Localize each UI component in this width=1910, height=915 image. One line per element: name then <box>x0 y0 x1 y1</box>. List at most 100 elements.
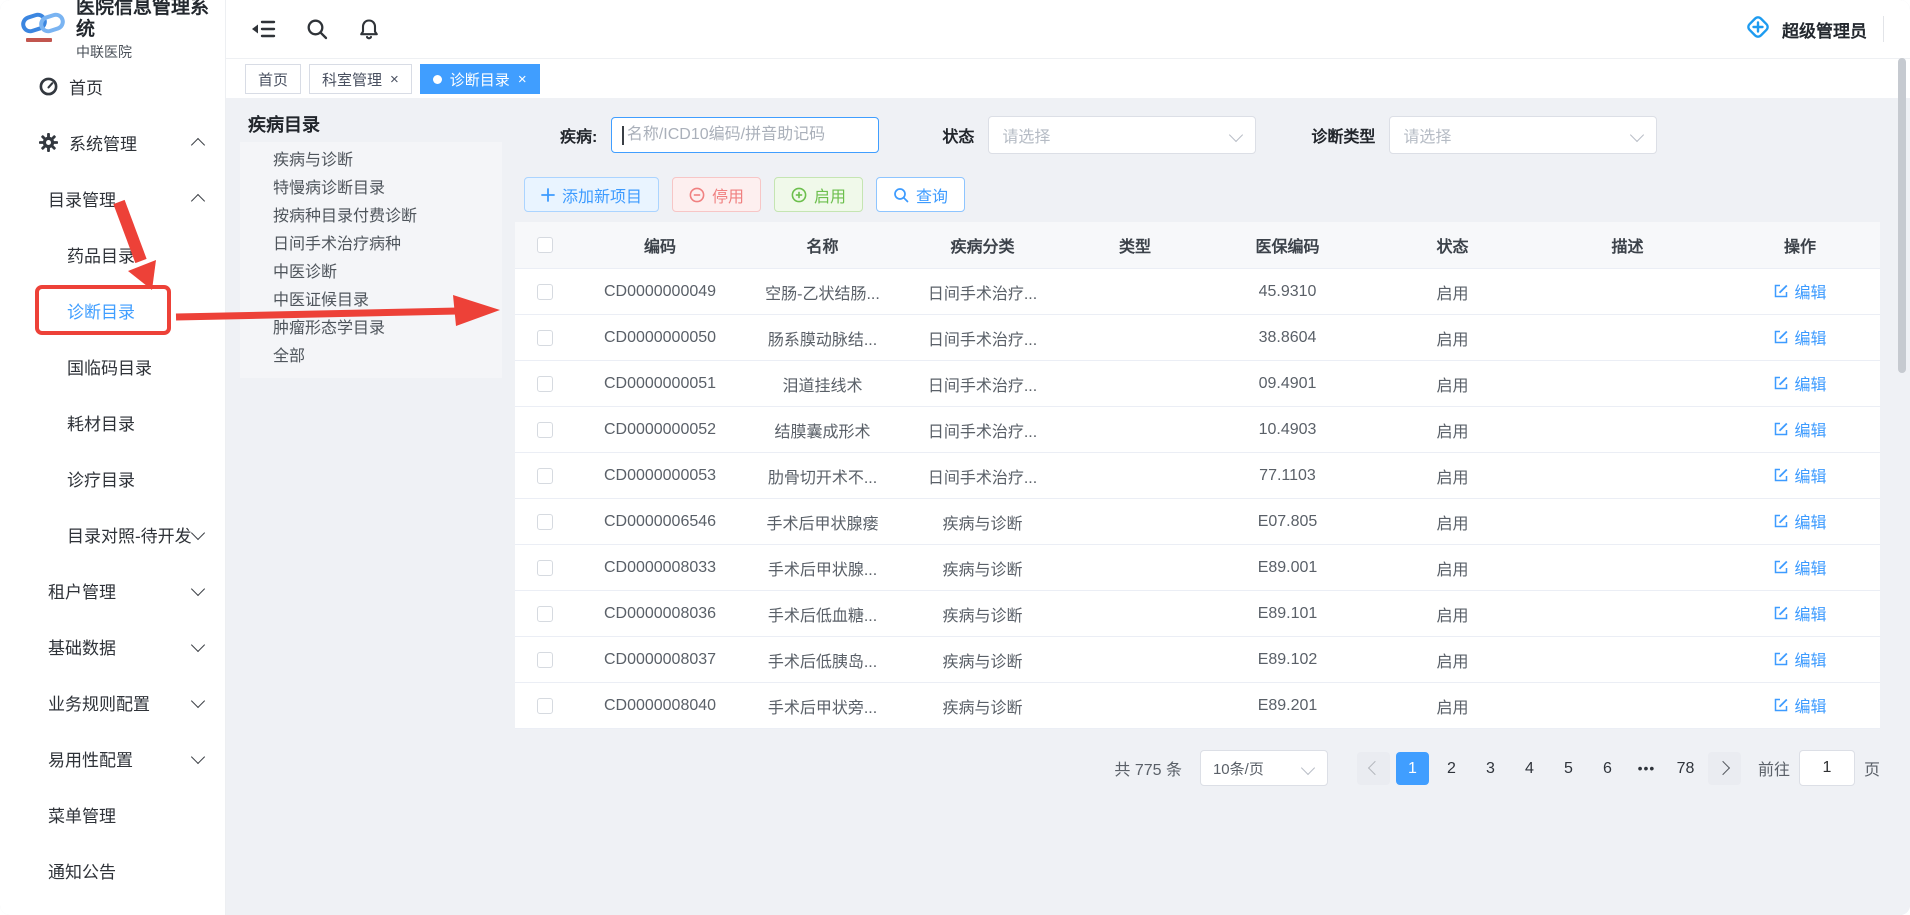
row-checkbox[interactable] <box>537 698 553 714</box>
edit-button[interactable]: 编辑 <box>1773 647 1826 671</box>
row-checkbox[interactable] <box>537 284 553 300</box>
edit-button[interactable]: 编辑 <box>1773 509 1826 533</box>
disable-button[interactable]: 停用 <box>672 177 761 212</box>
bell-icon[interactable] <box>358 18 380 41</box>
status-cell: 启用 <box>1370 694 1535 718</box>
sidebar-item-national-code-catalog[interactable]: 国临码目录 <box>0 338 225 394</box>
sidebar-item-treatment-catalog[interactable]: 诊疗目录 <box>0 450 225 506</box>
table-row: CD0000000049 空肠-乙状结肠... 日间手术治疗... 45.931… <box>515 269 1880 315</box>
minus-circle-icon <box>689 187 705 203</box>
edit-button[interactable]: 编辑 <box>1773 325 1826 349</box>
page-size-select[interactable]: 10条/页 <box>1200 750 1328 786</box>
edit-button[interactable]: 编辑 <box>1773 279 1826 303</box>
sidebar-item-tenant[interactable]: 租户管理 <box>0 562 225 618</box>
close-icon[interactable]: × <box>390 72 399 87</box>
user-area[interactable]: 超级管理员 <box>1742 11 1884 48</box>
page-button-1[interactable]: 1 <box>1396 752 1429 785</box>
vertical-scrollbar-thumb[interactable] <box>1898 58 1906 373</box>
magnifier-icon <box>893 187 909 203</box>
insurance-code-cell: E89.201 <box>1205 697 1370 715</box>
row-checkbox[interactable] <box>537 560 553 576</box>
divider <box>1883 16 1884 42</box>
page-button-3[interactable]: 3 <box>1474 752 1507 785</box>
row-checkbox[interactable] <box>537 376 553 392</box>
filter-row: 疾病: 状态 请选择 诊断类型 请选择 <box>560 116 1657 154</box>
submenu-item-pay-by-disease[interactable]: 按病种目录付费诊断 <box>240 203 502 231</box>
column-header: 医保编码 <box>1205 233 1370 257</box>
sidebar-item-usability[interactable]: 易用性配置 <box>0 730 225 786</box>
tab-label: 科室管理 <box>322 69 382 90</box>
edit-button[interactable]: 编辑 <box>1773 371 1826 395</box>
edit-button[interactable]: 编辑 <box>1773 555 1826 579</box>
page-button-2[interactable]: 2 <box>1435 752 1468 785</box>
chevron-down-icon <box>191 694 205 708</box>
sidebar-item-diagnosis-catalog[interactable]: 诊断目录 <box>0 282 225 338</box>
tab-department-management[interactable]: 科室管理 × <box>309 64 412 94</box>
edit-button[interactable]: 编辑 <box>1773 463 1826 487</box>
sidebar-item-catalog[interactable]: 目录管理 <box>0 170 225 226</box>
sidebar-item-drug-catalog[interactable]: 药品目录 <box>0 226 225 282</box>
page-button-78[interactable]: 78 <box>1669 752 1702 785</box>
sidebar-item-system[interactable]: 系统管理 <box>0 114 225 170</box>
category-cell: 日间手术治疗... <box>900 372 1065 396</box>
submenu-item-disease-diagnosis[interactable]: 疾病与诊断 <box>240 147 502 175</box>
row-checkbox[interactable] <box>537 606 553 622</box>
sidebar-item-catalog-mapping[interactable]: 目录对照-待开发 <box>0 506 225 562</box>
code-cell: CD0000006546 <box>575 513 745 531</box>
tab-home[interactable]: 首页 <box>245 64 301 94</box>
edit-button[interactable]: 编辑 <box>1773 601 1826 625</box>
search-icon[interactable] <box>306 18 328 40</box>
query-button[interactable]: 查询 <box>876 177 965 212</box>
prev-page-button[interactable] <box>1357 752 1390 785</box>
tab-label: 诊断目录 <box>450 69 510 90</box>
edit-button[interactable]: 编辑 <box>1773 693 1826 717</box>
collapse-sidebar-icon[interactable] <box>251 19 276 39</box>
sidebar-item-menu-management[interactable]: 菜单管理 <box>0 786 225 842</box>
page-button-5[interactable]: 5 <box>1552 752 1585 785</box>
more-pages-ellipsis[interactable]: ••• <box>1630 752 1663 785</box>
select-all-checkbox[interactable] <box>537 237 553 253</box>
add-item-button[interactable]: 添加新项目 <box>524 177 659 212</box>
sidebar-item-business-rules[interactable]: 业务规则配置 <box>0 674 225 730</box>
row-checkbox[interactable] <box>537 514 553 530</box>
enable-label: 启用 <box>814 183 846 207</box>
diagnosis-type-select[interactable]: 请选择 <box>1389 116 1657 154</box>
page-button-6[interactable]: 6 <box>1591 752 1624 785</box>
sidebar-item-consumable-catalog[interactable]: 耗材目录 <box>0 394 225 450</box>
status-select[interactable]: 请选择 <box>988 116 1256 154</box>
submenu-item-day-surgery[interactable]: 日间手术治疗病种 <box>240 231 502 259</box>
tab-diagnosis-catalog[interactable]: 诊断目录 × <box>420 64 540 94</box>
row-checkbox[interactable] <box>537 422 553 438</box>
submenu-item-tumor-morphology[interactable]: 肿瘤形态学目录 <box>240 315 502 343</box>
edit-label: 编辑 <box>1794 463 1826 487</box>
edit-button[interactable]: 编辑 <box>1773 417 1826 441</box>
name-cell: 手术后低胰岛... <box>745 648 900 672</box>
row-checkbox[interactable] <box>537 652 553 668</box>
next-page-button[interactable] <box>1708 752 1741 785</box>
goto-page-input[interactable] <box>1799 750 1855 786</box>
edit-label: 编辑 <box>1794 693 1826 717</box>
submenu-item-tcm-syndrome[interactable]: 中医证候目录 <box>240 287 502 315</box>
sidebar-item-basic-data[interactable]: 基础数据 <box>0 618 225 674</box>
submenu-item-all[interactable]: 全部 <box>240 343 502 371</box>
column-header: 疾病分类 <box>900 233 1065 257</box>
sidebar-item-label: 首页 <box>69 74 103 99</box>
submenu-item-special-chronic[interactable]: 特慢病诊断目录 <box>240 175 502 203</box>
edit-label: 编辑 <box>1794 371 1826 395</box>
row-checkbox[interactable] <box>537 330 553 346</box>
disease-search-input[interactable] <box>624 125 879 145</box>
sidebar-item-announcements[interactable]: 通知公告 <box>0 842 225 898</box>
page-button-4[interactable]: 4 <box>1513 752 1546 785</box>
enable-button[interactable]: 启用 <box>774 177 863 212</box>
close-icon[interactable]: × <box>518 72 527 87</box>
column-header: 操作 <box>1720 233 1880 257</box>
code-cell: CD0000008036 <box>575 605 745 623</box>
pagination: 共 775 条 10条/页 1 2 3 4 5 6 ••• 78 前往 页 <box>1114 750 1880 786</box>
category-cell: 疾病与诊断 <box>900 556 1065 580</box>
sidebar-item-home[interactable]: 首页 <box>0 58 225 114</box>
row-checkbox[interactable] <box>537 468 553 484</box>
insurance-code-cell: E89.102 <box>1205 651 1370 669</box>
column-header: 名称 <box>745 233 900 257</box>
submenu-item-tcm-diagnosis[interactable]: 中医诊断 <box>240 259 502 287</box>
status-label: 状态 <box>942 123 974 147</box>
